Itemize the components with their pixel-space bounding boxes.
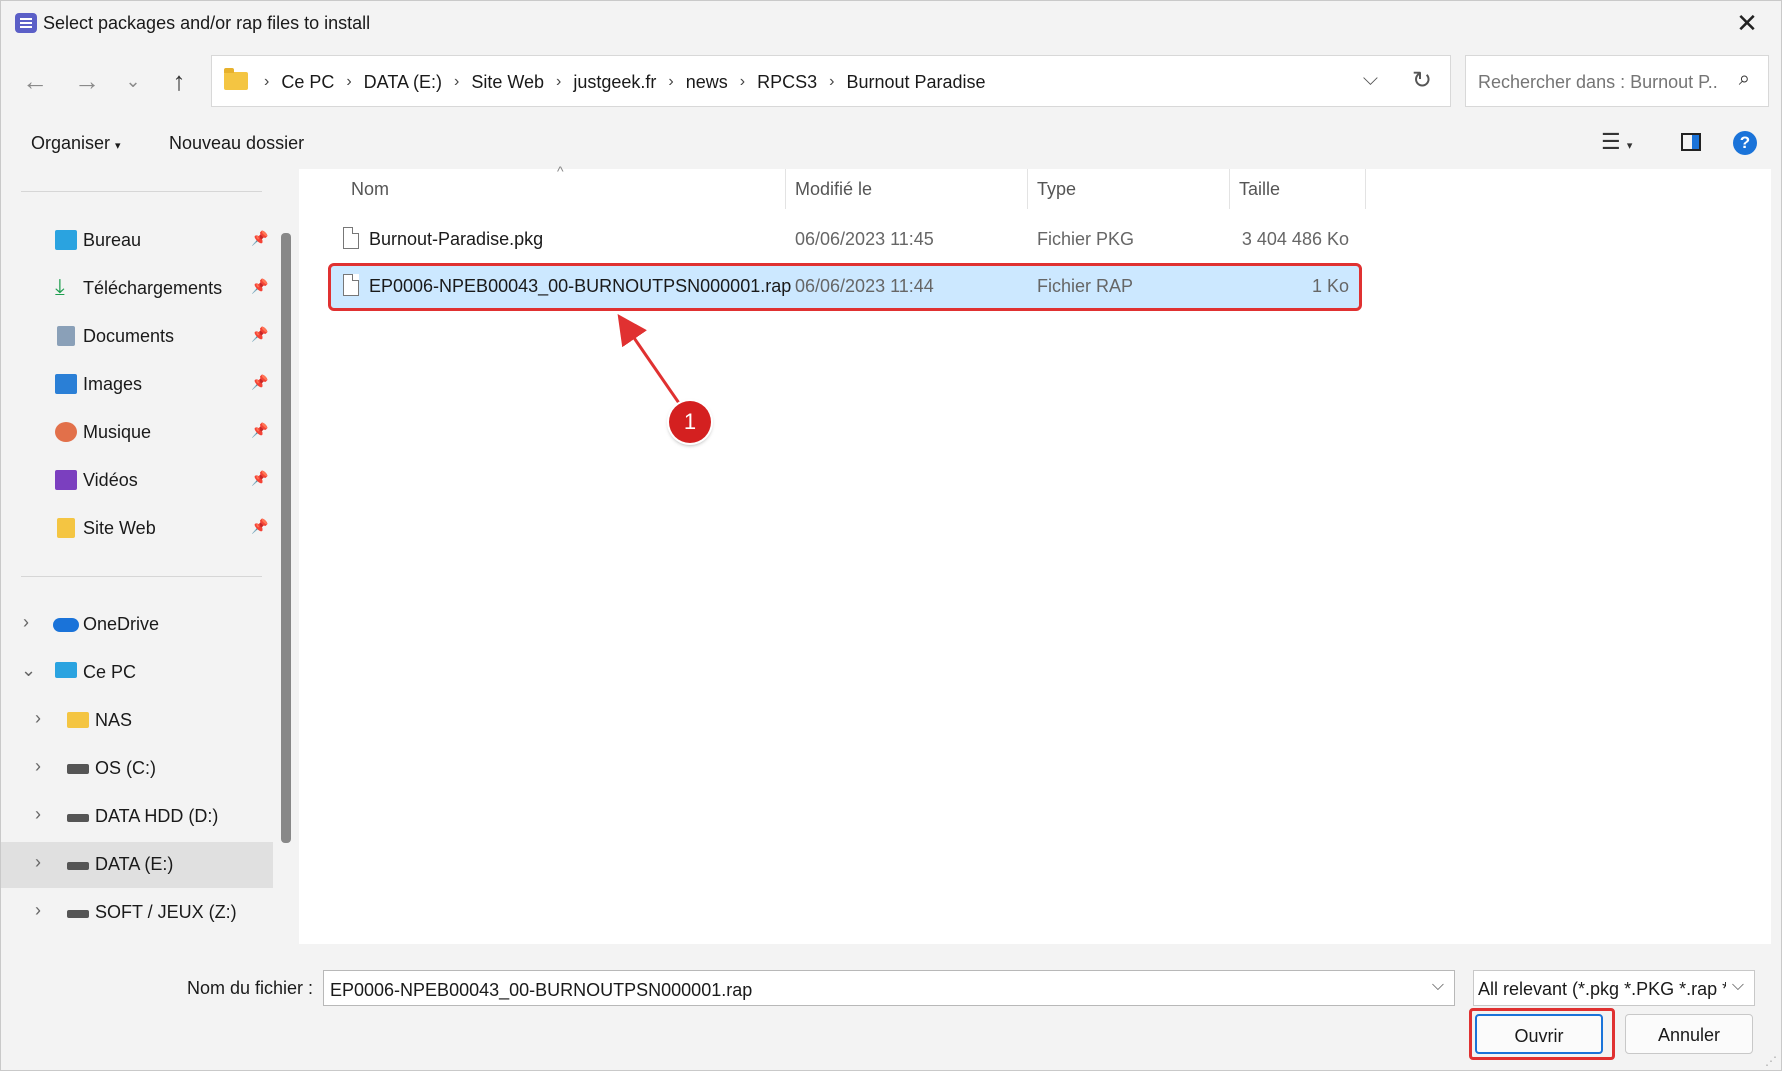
annotation-badge-1: 1 — [669, 401, 711, 443]
file-type-filter-value: All relevant (*.pkg *.PKG *.rap *. — [1478, 979, 1726, 999]
resize-grip-icon[interactable]: ⋰ — [1765, 1054, 1777, 1068]
cancel-button[interactable]: Annuler — [1625, 1014, 1753, 1054]
chevron-down-icon[interactable]: ⌵ — [1732, 977, 1744, 995]
annotation-arrows — [617, 314, 1467, 1049]
filename-input[interactable] — [328, 977, 1412, 1003]
filename-combobox[interactable]: ⌵ — [323, 970, 1455, 1006]
file-dialog: Select packages and/or rap files to inst… — [0, 0, 1782, 1071]
filename-label: Nom du fichier : — [187, 978, 314, 998]
arrow-step-1 — [617, 314, 683, 407]
file-type-filter[interactable]: All relevant (*.pkg *.PKG *.rap *. ⌵ — [1473, 970, 1755, 1006]
open-button[interactable]: Ouvrir — [1475, 1014, 1603, 1054]
chevron-down-icon[interactable]: ⌵ — [1432, 977, 1444, 995]
dialog-footer: Nom du fichier : ⌵ All relevant (*.pkg *… — [1, 944, 1781, 1070]
